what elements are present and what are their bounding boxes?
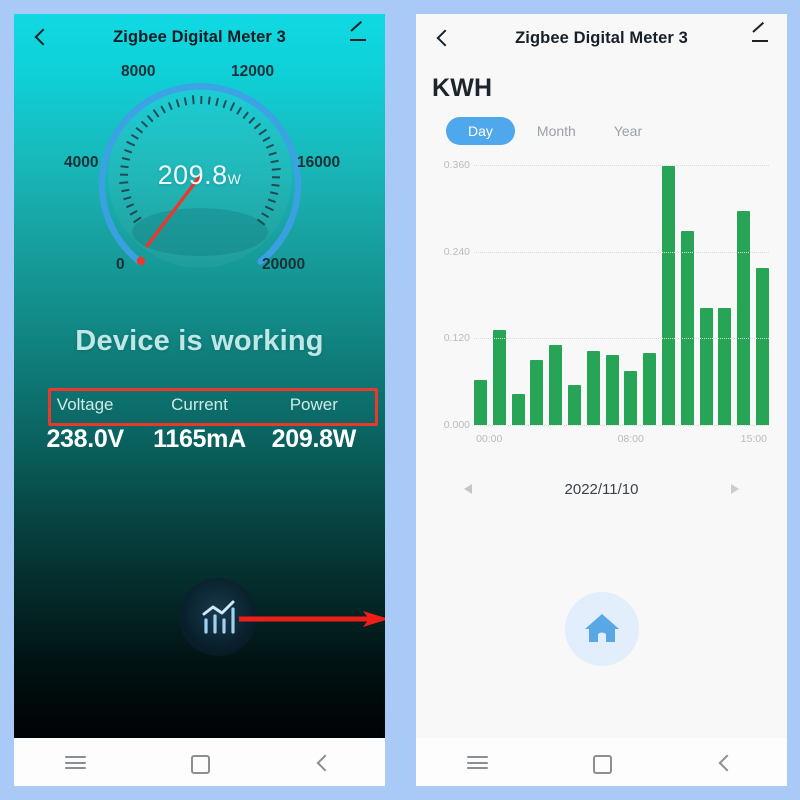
chart-gridline (474, 251, 769, 253)
chart-bar[interactable] (549, 344, 563, 425)
kwh-bar-chart: 0.000 0.120 0.240 0.360 00:00 08:00 15:00 (430, 159, 773, 451)
chart-bar[interactable] (755, 267, 769, 425)
home-button[interactable] (564, 592, 639, 666)
chart-bar[interactable] (474, 379, 487, 425)
chart-bar[interactable] (530, 360, 544, 425)
chart-xtick-label: 00:00 (476, 433, 503, 445)
home-icon (584, 614, 619, 642)
chart-gridline (474, 425, 769, 426)
period-tabs: Day Month Year (416, 103, 787, 145)
home-square-icon[interactable] (184, 749, 214, 775)
metric-header-voltage: Voltage (56, 395, 114, 414)
chart-bar[interactable] (737, 211, 751, 425)
chart-bar[interactable] (680, 231, 694, 425)
selected-date: 2022/11/10 (564, 480, 639, 498)
left-android-navbar (14, 738, 385, 786)
energy-statistics-screen: Zigbee Digital Meter 3 KWH Day Month Yea… (416, 14, 787, 738)
triangle-right-icon[interactable] (723, 477, 747, 501)
chart-bar[interactable] (661, 166, 675, 425)
triangle-left-icon[interactable] (456, 477, 480, 501)
gauge-value-number: 209.8 (157, 160, 228, 190)
home-button-wrap (416, 592, 787, 666)
chart-bar[interactable] (586, 350, 600, 425)
metrics-value-row: 238.0V 1165mA 209.8W (28, 422, 371, 454)
chart-ytick-label: 0.000 (443, 419, 470, 431)
metric-value-voltage: 238.0V (46, 425, 124, 453)
tab-year[interactable]: Year (598, 117, 658, 145)
chart-bar[interactable] (492, 330, 506, 425)
kwh-heading: KWH (432, 74, 493, 102)
chart-ytick-label: 0.120 (443, 332, 470, 345)
metric-header-current: Current (171, 395, 228, 414)
device-detail-screen: Zigbee Digital Meter 3 4000 8000 12000 1… (14, 14, 385, 738)
gauge-tick-label-8000: 8000 (121, 63, 156, 80)
annotation-arrow-right (239, 611, 385, 627)
gauge-tick-label-12000: 12000 (231, 63, 275, 80)
chart-bar[interactable] (643, 352, 657, 425)
right-top-bar: Zigbee Digital Meter 3 (416, 14, 787, 62)
chart-gridline (474, 338, 769, 340)
phone-screenshot-right: Zigbee Digital Meter 3 KWH Day Month Yea… (416, 14, 787, 786)
phone-screenshot-left: Zigbee Digital Meter 3 4000 8000 12000 1… (14, 14, 385, 786)
date-navigator: 2022/11/10 (416, 477, 787, 501)
chart-ytick-label: 0.360 (443, 159, 470, 171)
power-gauge: 4000 8000 12000 16000 0 20000 209.8W (14, 63, 385, 299)
pencil-icon[interactable] (749, 27, 771, 49)
back-chevron-icon[interactable] (30, 26, 52, 48)
back-chevron-icon[interactable] (710, 749, 740, 775)
page-title: Zigbee Digital Meter 3 (515, 28, 688, 47)
metric-value-current: 1165mA (153, 425, 246, 453)
chart-bar[interactable] (624, 370, 638, 425)
device-status-text: Device is working (75, 325, 324, 357)
chart-bar[interactable] (605, 354, 619, 425)
chart-xtick-label: 15:00 (740, 433, 767, 445)
home-square-icon[interactable] (586, 749, 616, 775)
chart-bar[interactable] (699, 308, 713, 425)
tab-day[interactable]: Day (446, 117, 515, 145)
gauge-tick-label-0: 0 (116, 256, 125, 273)
metrics-panel: Voltage Current Power 238.0V 1165mA 209.… (14, 388, 385, 454)
back-chevron-icon[interactable] (308, 749, 338, 775)
gauge-value-unit: W (227, 171, 242, 187)
left-top-bar: Zigbee Digital Meter 3 (14, 14, 385, 60)
gauge-value-readout: 209.8W (14, 160, 385, 191)
recents-icon[interactable] (463, 749, 493, 775)
pencil-icon[interactable] (347, 26, 369, 48)
metric-value-power: 209.8W (271, 425, 357, 453)
metrics-header-row: Voltage Current Power (28, 388, 378, 426)
chart-fab-row (14, 578, 385, 660)
back-chevron-icon[interactable] (432, 27, 454, 49)
chart-bar[interactable] (567, 385, 581, 425)
chart-bars (474, 165, 769, 425)
page-title: Zigbee Digital Meter 3 (113, 27, 286, 46)
chart-xtick-label: 08:00 (617, 433, 644, 445)
recents-icon[interactable] (61, 749, 91, 775)
gauge-tick-label-20000: 20000 (262, 256, 306, 273)
metric-header-power: Power (289, 395, 338, 414)
bar-chart-icon (202, 600, 235, 634)
tab-month[interactable]: Month (521, 117, 592, 145)
chart-bar[interactable] (511, 393, 525, 425)
chart-gridline (474, 165, 769, 166)
chart-ytick-label: 0.240 (443, 245, 470, 258)
chart-bar[interactable] (718, 308, 732, 425)
right-android-navbar (416, 738, 787, 786)
